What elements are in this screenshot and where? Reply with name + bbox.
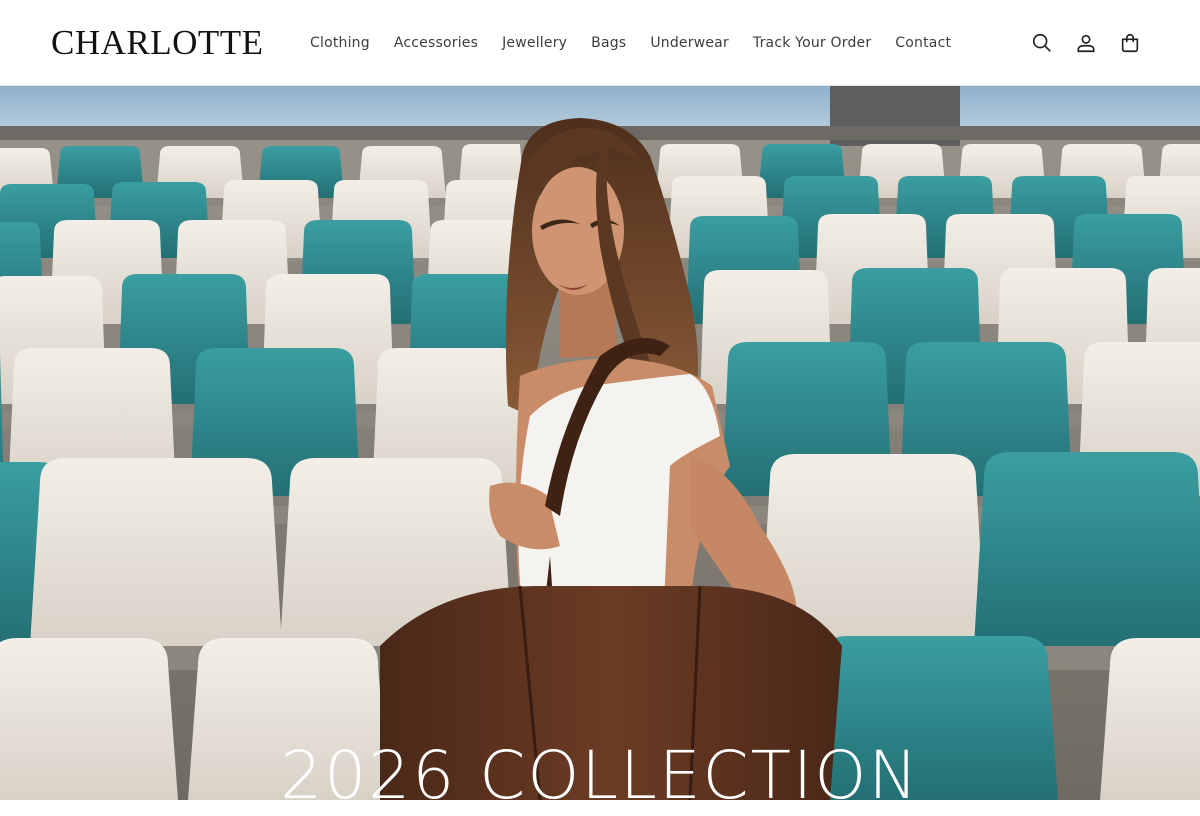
search-button[interactable] <box>1020 23 1064 63</box>
nav-item-clothing[interactable]: Clothing <box>310 35 370 51</box>
nav-item-track-order[interactable]: Track Your Order <box>753 35 871 51</box>
cart-button[interactable] <box>1108 23 1152 63</box>
search-icon <box>1032 33 1051 52</box>
account-icon <box>1077 34 1095 53</box>
nav-item-bags[interactable]: Bags <box>591 35 626 51</box>
hero-image <box>0 86 1200 800</box>
site-header: CHARLOTTE Clothing Accessories Jewellery… <box>0 0 1200 86</box>
site-logo[interactable]: CHARLOTTE <box>51 22 264 64</box>
account-button[interactable] <box>1064 23 1108 63</box>
cart-icon <box>1121 33 1139 53</box>
nav-item-contact[interactable]: Contact <box>895 35 951 51</box>
header-icons <box>1020 23 1152 63</box>
hero-banner[interactable] <box>0 86 1200 800</box>
nav-item-underwear[interactable]: Underwear <box>650 35 729 51</box>
nav-item-accessories[interactable]: Accessories <box>394 35 478 51</box>
main-nav: Clothing Accessories Jewellery Bags Unde… <box>298 31 963 55</box>
nav-item-jewellery[interactable]: Jewellery <box>502 35 567 51</box>
hero-title: 2026 COLLECTION <box>280 737 920 814</box>
